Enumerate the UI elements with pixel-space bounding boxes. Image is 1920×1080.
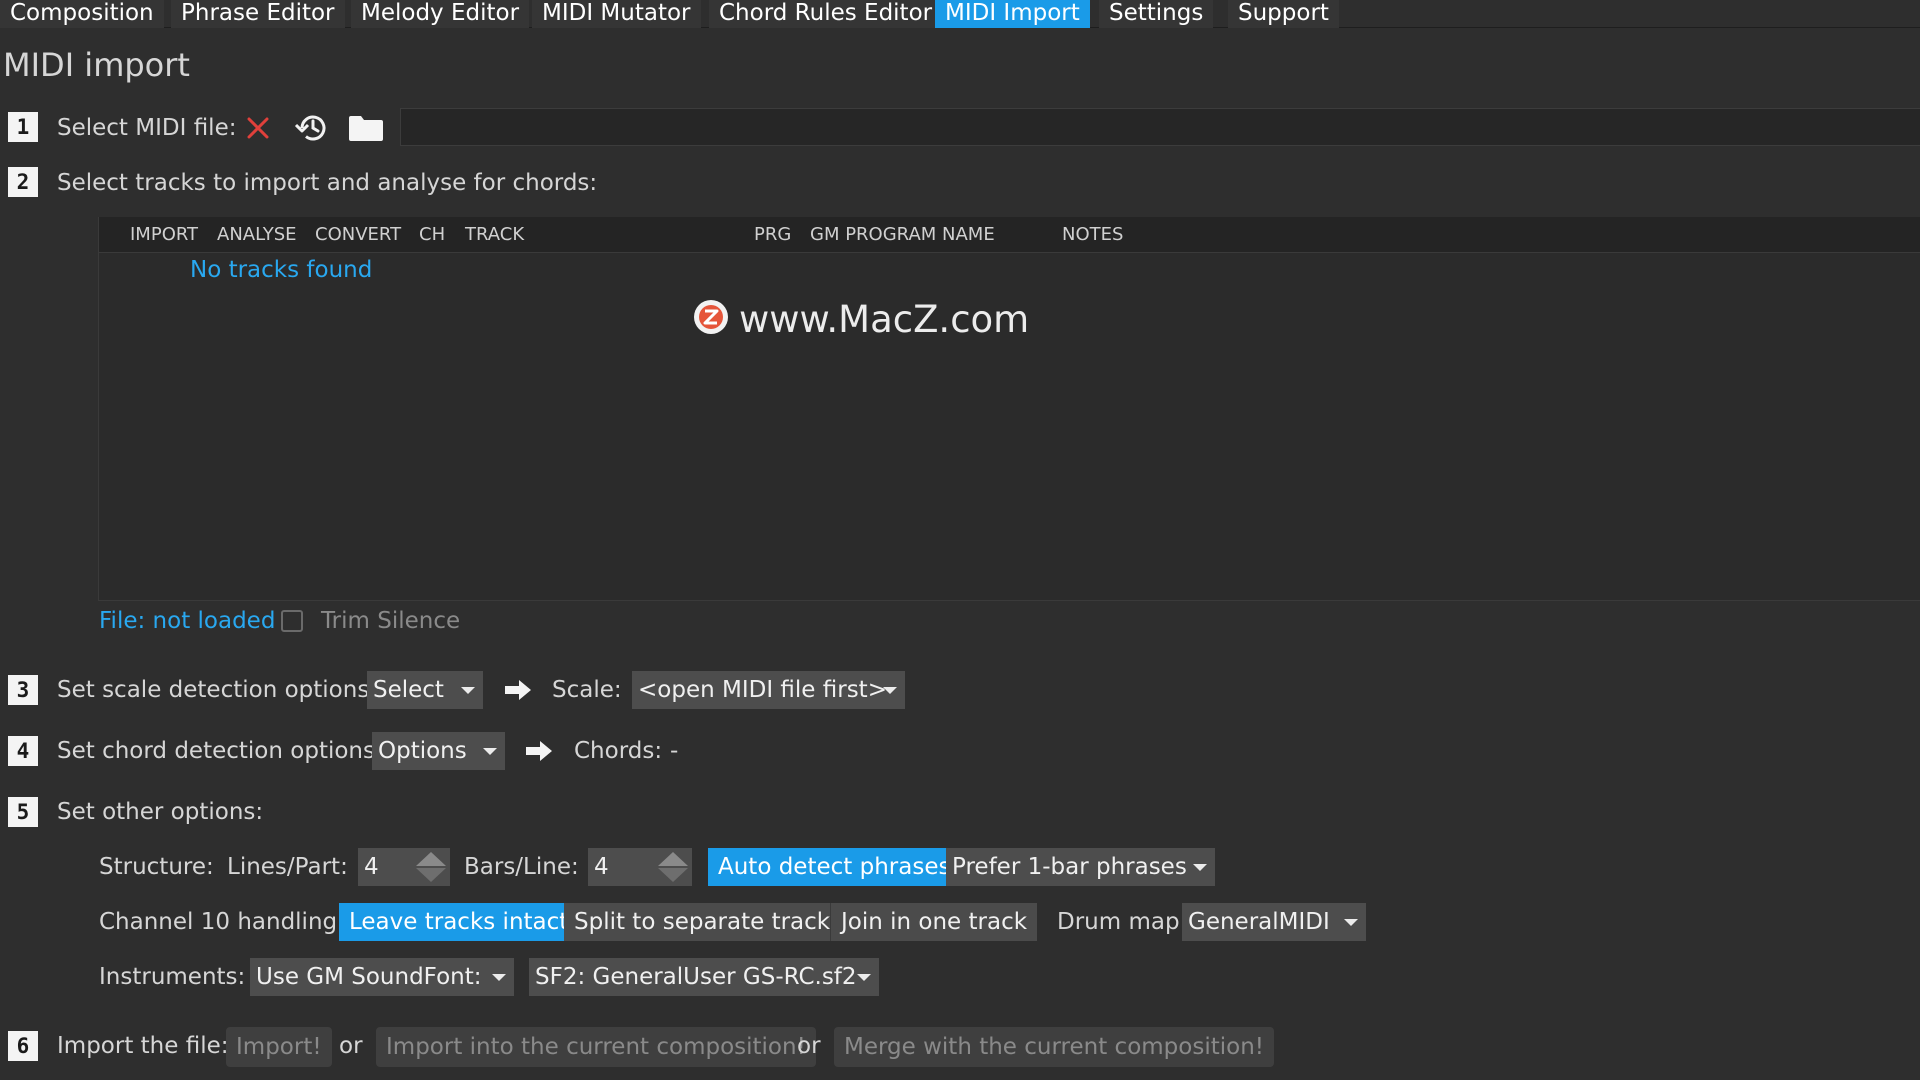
tab-support[interactable]: Support [1228, 0, 1339, 28]
chevron-down-icon [461, 687, 475, 694]
chevron-down-icon [1344, 919, 1358, 926]
tab-composition[interactable]: Composition [0, 0, 164, 28]
step-5-label: Set other options: [57, 799, 264, 825]
trim-silence-label: Trim Silence [321, 608, 461, 634]
step-3-label: Set scale detection options: [57, 677, 378, 703]
clear-icon[interactable] [244, 114, 272, 142]
tab-melody-editor[interactable]: Melody Editor [351, 0, 530, 28]
col-notes[interactable]: NOTES [1062, 217, 1123, 253]
tracks-table[interactable]: IMPORT ANALYSE CONVERT CH TRACK PRG GM P… [98, 217, 1920, 601]
channel-10-label: Channel 10 handling: [99, 909, 345, 935]
instruments-label: Instruments: [99, 964, 246, 990]
auto-detect-phrases-toggle[interactable]: Auto detect phrases [708, 848, 961, 886]
main-tab-bar: Composition Phrase Editor Melody Editor … [0, 0, 1920, 28]
chords-label: Chords: [574, 738, 663, 764]
arrow-right-icon [524, 739, 554, 763]
bars-per-line-stepper[interactable]: 4 [588, 848, 692, 886]
step-5-badge: 5 [8, 797, 38, 827]
lines-per-part-stepper[interactable]: 4 [358, 848, 450, 886]
phrase-preference-dropdown[interactable]: Prefer 1-bar phrases [946, 848, 1215, 886]
lines-per-part-label: Lines/Part: [227, 854, 348, 880]
import-into-current-button[interactable]: Import into the current composition! [376, 1027, 816, 1067]
phrase-preference-value: Prefer 1-bar phrases [952, 854, 1187, 880]
chords-value: - [670, 738, 679, 764]
scale-dropdown[interactable]: <open MIDI file first> [632, 671, 905, 709]
step-2-label: Select tracks to import and analyse for … [57, 170, 598, 196]
import-button[interactable]: Import! [226, 1027, 332, 1067]
tab-phrase-editor[interactable]: Phrase Editor [171, 0, 345, 28]
soundfont-value: SF2: GeneralUser GS-RC.sf2 [535, 964, 857, 990]
scale-detection-dropdown[interactable]: Select [367, 671, 483, 709]
tab-chord-rules-editor[interactable]: Chord Rules Editor [709, 0, 943, 28]
scale-value: <open MIDI file first> [638, 677, 887, 703]
stepper-arrows-icon[interactable] [414, 850, 448, 884]
merge-with-current-button[interactable]: Merge with the current composition! [834, 1027, 1274, 1067]
folder-icon[interactable] [348, 114, 384, 142]
col-import[interactable]: IMPORT [130, 217, 198, 253]
col-analyse[interactable]: ANALYSE [217, 217, 297, 253]
chord-detection-dropdown[interactable]: Options [372, 732, 505, 770]
drum-map-value: GeneralMIDI [1188, 909, 1330, 935]
no-tracks-message: No tracks found [190, 257, 373, 283]
stepper-arrows-icon[interactable] [656, 850, 690, 884]
page-title: MIDI import [3, 46, 190, 84]
col-prg[interactable]: PRG [754, 217, 791, 253]
bars-per-line-value: 4 [594, 854, 609, 880]
watermark: www.MacZ.com [693, 298, 1029, 345]
tracks-table-header: IMPORT ANALYSE CONVERT CH TRACK PRG GM P… [99, 217, 1920, 253]
step-6-badge: 6 [8, 1031, 38, 1061]
soundfont-dropdown[interactable]: SF2: GeneralUser GS-RC.sf2 [529, 958, 879, 996]
join-one-track-option[interactable]: Join in one track [830, 903, 1038, 941]
or-separator-2: or [797, 1033, 821, 1059]
drum-map-dropdown[interactable]: GeneralMIDI [1182, 903, 1366, 941]
file-status: File: not loaded [99, 608, 276, 634]
tab-midi-import[interactable]: MIDI Import [935, 0, 1090, 28]
tab-midi-mutator[interactable]: MIDI Mutator [532, 0, 701, 28]
col-gm-program-name[interactable]: GM PROGRAM NAME [810, 217, 995, 253]
midi-file-path-field[interactable] [400, 108, 1920, 146]
step-4-badge: 4 [8, 736, 38, 766]
chevron-down-icon [1193, 864, 1207, 871]
step-6-label: Import the file: [57, 1033, 229, 1059]
step-3-badge: 3 [8, 675, 38, 705]
instrument-source-dropdown[interactable]: Use GM SoundFont: [250, 958, 514, 996]
history-icon[interactable] [294, 112, 328, 144]
split-tracks-option[interactable]: Split to separate tracks [564, 903, 853, 941]
tab-settings[interactable]: Settings [1099, 0, 1214, 28]
or-separator-1: or [339, 1033, 363, 1059]
watermark-text: www.MacZ.com [739, 298, 1030, 341]
step-1-badge: 1 [8, 112, 38, 142]
chevron-down-icon [857, 974, 871, 981]
structure-label: Structure: [99, 854, 214, 880]
col-convert[interactable]: CONVERT [315, 217, 401, 253]
col-track[interactable]: TRACK [465, 217, 524, 253]
col-ch[interactable]: CH [419, 217, 445, 253]
lines-per-part-value: 4 [364, 854, 379, 880]
step-2-badge: 2 [8, 167, 38, 197]
scale-detection-value: Select [373, 677, 444, 703]
chevron-down-icon [483, 748, 497, 755]
trim-silence-checkbox[interactable] [281, 610, 303, 632]
instrument-source-value: Use GM SoundFont: [256, 964, 482, 990]
bars-per-line-label: Bars/Line: [464, 854, 579, 880]
macz-logo-icon [693, 299, 729, 345]
step-1-label: Select MIDI file: [57, 115, 237, 141]
step-4-label: Set chord detection options: [57, 738, 383, 764]
chord-detection-value: Options [378, 738, 467, 764]
arrow-right-icon [503, 678, 533, 702]
leave-tracks-intact-option[interactable]: Leave tracks intact [339, 903, 579, 941]
scale-label: Scale: [552, 677, 622, 703]
drum-map-label: Drum map: [1057, 909, 1188, 935]
chevron-down-icon [492, 974, 506, 981]
chevron-down-icon [883, 687, 897, 694]
